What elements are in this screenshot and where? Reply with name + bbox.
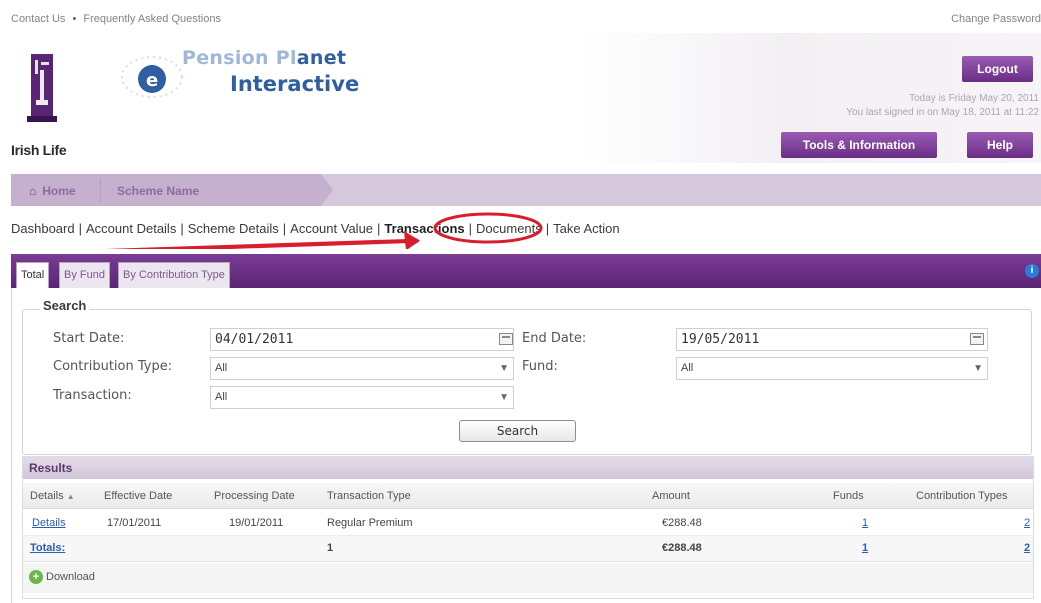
pension-planet-subtitle: Interactive <box>230 72 360 96</box>
irish-life-wordmark: Irish Life <box>11 142 67 158</box>
breadcrumb-arrow <box>321 174 333 206</box>
end-date-label: End Date: <box>522 331 587 346</box>
totals-amount: €288.48 <box>662 542 702 554</box>
today-date-text: Today is Friday May 20, 2011 <box>909 93 1039 104</box>
breadcrumb-home-label: Home <box>42 184 76 198</box>
fund-select[interactable]: All ▼ <box>676 357 988 380</box>
row-processing-date: 19/01/2011 <box>229 517 284 529</box>
end-date-input[interactable]: 19/05/2011 <box>676 328 988 351</box>
chevron-down-icon: ▼ <box>499 392 509 403</box>
faq-link[interactable]: Frequently Asked Questions <box>83 13 221 25</box>
annotation-arrow-icon <box>104 231 420 249</box>
breadcrumb-home[interactable]: ⌂ Home <box>29 184 76 198</box>
pension-planet-swirl-icon: e <box>121 56 183 98</box>
totals-contribution-types-link[interactable]: 2 <box>1024 542 1030 554</box>
contribution-type-label: Contribution Type: <box>53 359 173 374</box>
chevron-down-icon: ▼ <box>499 363 509 374</box>
download-bar <box>23 563 1033 593</box>
fund-label: Fund: <box>522 359 558 374</box>
row-details-link[interactable]: Details <box>32 517 66 529</box>
download-link[interactable]: Download <box>46 571 95 583</box>
change-password-link[interactable]: Change Password <box>951 13 1041 25</box>
breadcrumb-scheme-name[interactable]: Scheme Name <box>117 184 199 198</box>
results-title: Results <box>23 457 1033 479</box>
nav-pipe: | <box>545 221 550 236</box>
col-funds[interactable]: Funds <box>833 490 864 502</box>
fund-value: All <box>681 362 694 374</box>
tab-by-fund[interactable]: By Fund <box>59 262 110 288</box>
start-date-label: Start Date: <box>53 331 125 346</box>
transaction-value: All <box>215 391 228 403</box>
totals-count: 1 <box>327 542 334 554</box>
col-contribution-types[interactable]: Contribution Types <box>916 490 1008 502</box>
table-row <box>23 510 1033 536</box>
chevron-down-icon: ▼ <box>973 363 983 374</box>
breadcrumb: ⌂ Home Scheme Name <box>11 174 1041 206</box>
col-effective-date[interactable]: Effective Date <box>104 490 172 502</box>
download-icon[interactable]: + <box>29 570 43 584</box>
tab-total[interactable]: Total <box>16 262 50 289</box>
start-date-calendar-icon[interactable] <box>499 333 513 345</box>
totals-label: Totals: <box>30 542 66 554</box>
totals-funds-link[interactable]: 1 <box>862 542 868 554</box>
top-links: Contact Us • Frequently Asked Questions <box>11 13 225 25</box>
search-button[interactable]: Search <box>459 420 576 442</box>
contribution-type-value: All <box>215 362 228 374</box>
totals-row <box>23 536 1033 562</box>
tools-information-button[interactable]: Tools & Information <box>781 132 937 158</box>
irish-life-figure-icon <box>27 54 57 122</box>
start-date-input[interactable]: 04/01/2011 <box>210 328 514 351</box>
row-transaction-type: Regular Premium <box>327 517 413 529</box>
results-table-header <box>23 483 1033 509</box>
row-amount: €288.48 <box>662 517 702 529</box>
row-contribution-types-link[interactable]: 2 <box>1024 517 1030 529</box>
info-icon[interactable]: i <box>1025 264 1039 278</box>
pp-title-part2: anet <box>296 47 347 69</box>
logout-button[interactable]: Logout <box>962 56 1033 82</box>
row-funds-link[interactable]: 1 <box>862 517 868 529</box>
pension-planet-logo[interactable]: e Pension Planet Interactive <box>118 47 378 117</box>
svg-text:e: e <box>146 70 158 91</box>
pension-planet-title: Pension Planet <box>182 47 346 69</box>
contribution-type-select[interactable]: All ▼ <box>210 357 514 380</box>
nav-take-action[interactable]: Take Action <box>553 221 620 236</box>
col-details-label: Details <box>30 490 64 502</box>
col-processing-date[interactable]: Processing Date <box>214 490 295 502</box>
home-icon: ⌂ <box>29 184 37 198</box>
sort-ascending-icon: ▲ <box>66 492 75 501</box>
col-transaction-type[interactable]: Transaction Type <box>327 490 411 502</box>
contact-us-link[interactable]: Contact Us <box>11 13 65 25</box>
end-date-calendar-icon[interactable] <box>970 333 984 345</box>
transaction-label: Transaction: <box>53 388 132 403</box>
breadcrumb-divider <box>100 178 101 202</box>
row-effective-date: 17/01/2011 <box>107 517 162 529</box>
help-button[interactable]: Help <box>967 132 1033 158</box>
pp-title-part1: Pension Pl <box>182 47 297 69</box>
last-signed-in-text: You last signed in on May 18, 2011 at 11… <box>846 107 1039 118</box>
col-amount[interactable]: Amount <box>652 490 690 502</box>
transaction-select[interactable]: All ▼ <box>210 386 514 409</box>
annotation-circle-icon <box>433 212 543 244</box>
tab-by-contribution-type[interactable]: By Contribution Type <box>118 262 230 288</box>
irish-life-logo[interactable]: Irish Life <box>11 52 71 162</box>
search-legend: Search <box>40 298 90 313</box>
link-separator: • <box>72 13 77 25</box>
col-details[interactable]: Details ▲ <box>30 490 75 502</box>
